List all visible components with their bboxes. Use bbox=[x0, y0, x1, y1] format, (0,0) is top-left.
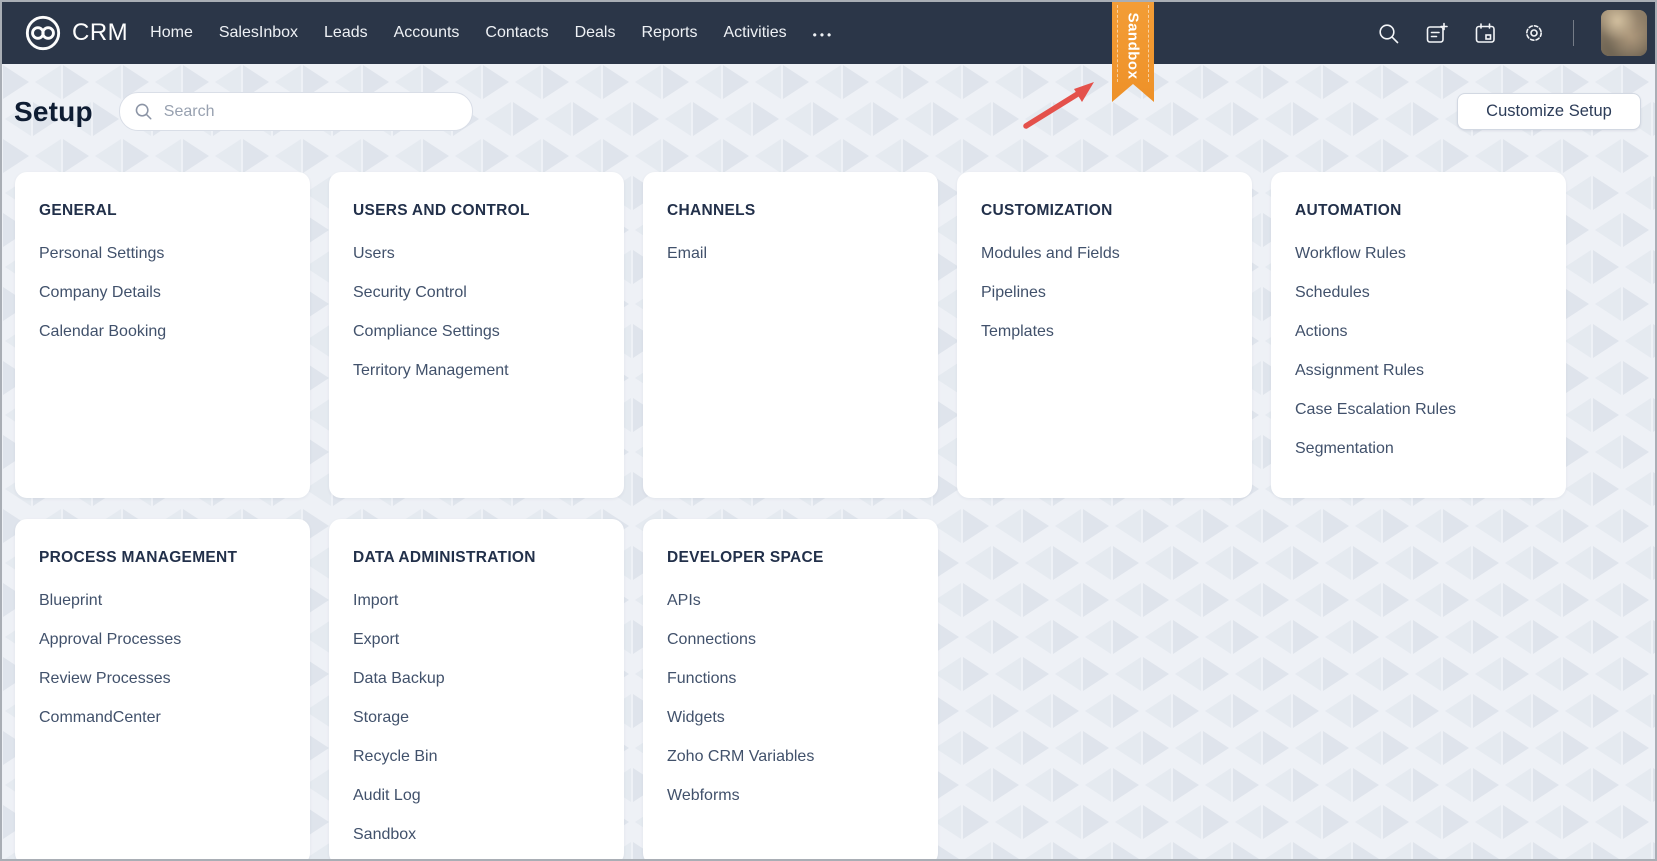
setup-link-pipelines[interactable]: Pipelines bbox=[981, 273, 1228, 312]
setup-header: Setup Customize Setup bbox=[14, 92, 1641, 131]
search-icon[interactable] bbox=[1377, 22, 1400, 45]
zoho-crm-logo[interactable]: CRM bbox=[24, 14, 128, 52]
setup-link-audit-log[interactable]: Audit Log bbox=[353, 776, 600, 815]
sandbox-ribbon-label: Sandbox bbox=[1125, 13, 1142, 80]
setup-link-data-backup[interactable]: Data Backup bbox=[353, 659, 600, 698]
crm-setup-page: CRM Home SalesInbox Leads Accounts Contacts D… bbox=[0, 0, 1657, 861]
setup-link-webforms[interactable]: Webforms bbox=[667, 776, 914, 815]
zoho-logo-icon bbox=[24, 14, 62, 52]
main-nav: Home SalesInbox Leads Accounts Contacts Deals… bbox=[150, 24, 786, 42]
setup-link-assignment-rules[interactable]: Assignment Rules bbox=[1295, 351, 1542, 390]
card-title: CUSTOMIZATION bbox=[981, 200, 1228, 222]
create-record-icon[interactable] bbox=[1425, 22, 1449, 45]
topbar-divider bbox=[1573, 20, 1574, 46]
setup-link-modules-and-fields[interactable]: Modules and Fields bbox=[981, 234, 1228, 273]
nav-item-salesinbox[interactable]: SalesInbox bbox=[219, 24, 298, 42]
nav-item-home[interactable]: Home bbox=[150, 24, 193, 42]
card-users-and-control: USERS AND CONTROL UsersSecurity ControlC… bbox=[329, 172, 624, 498]
card-items: Workflow RulesSchedulesActionsAssignment… bbox=[1295, 234, 1542, 468]
card-items: ImportExportData BackupStorageRecycle Bi… bbox=[353, 581, 600, 854]
setup-link-widgets[interactable]: Widgets bbox=[667, 698, 914, 737]
page-title: Setup bbox=[14, 96, 93, 128]
card-items: UsersSecurity ControlCompliance Settings… bbox=[353, 234, 600, 390]
card-items: Personal SettingsCompany DetailsCalendar… bbox=[39, 234, 286, 351]
setup-link-segmentation[interactable]: Segmentation bbox=[1295, 429, 1542, 468]
card-channels: CHANNELS Email bbox=[643, 172, 938, 498]
setup-search bbox=[119, 92, 473, 131]
setup-link-compliance-settings[interactable]: Compliance Settings bbox=[353, 312, 600, 351]
setup-link-users[interactable]: Users bbox=[353, 234, 600, 273]
setup-link-security-control[interactable]: Security Control bbox=[353, 273, 600, 312]
nav-item-activities[interactable]: Activities bbox=[724, 24, 787, 42]
avatar-photo bbox=[1601, 10, 1647, 56]
setup-content: Setup Customize Setup GENERAL Personal S… bbox=[2, 92, 1655, 861]
topbar: CRM Home SalesInbox Leads Accounts Contacts D… bbox=[2, 2, 1655, 64]
setup-link-schedules[interactable]: Schedules bbox=[1295, 273, 1542, 312]
card-items: Modules and FieldsPipelinesTemplates bbox=[981, 234, 1228, 351]
nav-item-accounts[interactable]: Accounts bbox=[394, 24, 460, 42]
card-developer-space: DEVELOPER SPACE APIsConnectionsFunctions… bbox=[643, 519, 938, 861]
setup-link-connections[interactable]: Connections bbox=[667, 620, 914, 659]
card-title: AUTOMATION bbox=[1295, 200, 1542, 222]
logo-text: CRM bbox=[72, 19, 128, 47]
card-items: Email bbox=[667, 234, 914, 273]
card-title: USERS AND CONTROL bbox=[353, 200, 600, 222]
setup-link-apis[interactable]: APIs bbox=[667, 581, 914, 620]
setup-link-territory-management[interactable]: Territory Management bbox=[353, 351, 600, 390]
setup-link-review-processes[interactable]: Review Processes bbox=[39, 659, 286, 698]
card-data-administration: DATA ADMINISTRATION ImportExportData Bac… bbox=[329, 519, 624, 861]
setup-link-templates[interactable]: Templates bbox=[981, 312, 1228, 351]
calendar-icon[interactable] bbox=[1474, 22, 1497, 45]
setup-link-actions[interactable]: Actions bbox=[1295, 312, 1542, 351]
setup-link-blueprint[interactable]: Blueprint bbox=[39, 581, 286, 620]
ribbon-stitch bbox=[1148, 5, 1149, 82]
nav-item-leads[interactable]: Leads bbox=[324, 24, 368, 42]
topbar-icons bbox=[1377, 10, 1647, 56]
card-title: CHANNELS bbox=[667, 200, 914, 222]
setup-link-functions[interactable]: Functions bbox=[667, 659, 914, 698]
nav-item-deals[interactable]: Deals bbox=[575, 24, 616, 42]
setup-link-storage[interactable]: Storage bbox=[353, 698, 600, 737]
setup-link-approval-processes[interactable]: Approval Processes bbox=[39, 620, 286, 659]
ribbon-stitch bbox=[1117, 5, 1118, 82]
setup-link-recycle-bin[interactable]: Recycle Bin bbox=[353, 737, 600, 776]
setup-link-zoho-crm-variables[interactable]: Zoho CRM Variables bbox=[667, 737, 914, 776]
card-items: BlueprintApproval ProcessesReview Proces… bbox=[39, 581, 286, 737]
setup-cards-grid: GENERAL Personal SettingsCompany Details… bbox=[15, 172, 1655, 861]
setup-link-email[interactable]: Email bbox=[667, 234, 914, 273]
setup-link-personal-settings[interactable]: Personal Settings bbox=[39, 234, 286, 273]
user-avatar[interactable] bbox=[1601, 10, 1647, 56]
setup-link-workflow-rules[interactable]: Workflow Rules bbox=[1295, 234, 1542, 273]
setup-link-commandcenter[interactable]: CommandCenter bbox=[39, 698, 286, 737]
nav-item-reports[interactable]: Reports bbox=[641, 24, 697, 42]
card-process-management: PROCESS MANAGEMENT BlueprintApproval Pro… bbox=[15, 519, 310, 861]
setup-link-sandbox[interactable]: Sandbox bbox=[353, 815, 600, 854]
card-title: PROCESS MANAGEMENT bbox=[39, 547, 286, 569]
search-icon bbox=[134, 102, 153, 121]
card-title: DEVELOPER SPACE bbox=[667, 547, 914, 569]
card-customization: CUSTOMIZATION Modules and FieldsPipeline… bbox=[957, 172, 1252, 498]
setup-link-company-details[interactable]: Company Details bbox=[39, 273, 286, 312]
card-title: GENERAL bbox=[39, 200, 286, 222]
setup-link-case-escalation-rules[interactable]: Case Escalation Rules bbox=[1295, 390, 1542, 429]
setup-link-calendar-booking[interactable]: Calendar Booking bbox=[39, 312, 286, 351]
setup-link-import[interactable]: Import bbox=[353, 581, 600, 620]
card-title: DATA ADMINISTRATION bbox=[353, 547, 600, 569]
setup-link-export[interactable]: Export bbox=[353, 620, 600, 659]
search-input[interactable] bbox=[119, 92, 473, 131]
card-general: GENERAL Personal SettingsCompany Details… bbox=[15, 172, 310, 498]
more-icon[interactable]: ••• bbox=[813, 25, 835, 41]
card-items: APIsConnectionsFunctionsWidgetsZoho CRM … bbox=[667, 581, 914, 815]
card-automation: AUTOMATION Workflow RulesSchedulesAction… bbox=[1271, 172, 1566, 498]
customize-setup-button[interactable]: Customize Setup bbox=[1457, 93, 1641, 130]
nav-item-contacts[interactable]: Contacts bbox=[485, 24, 548, 42]
settings-icon[interactable] bbox=[1522, 21, 1546, 45]
